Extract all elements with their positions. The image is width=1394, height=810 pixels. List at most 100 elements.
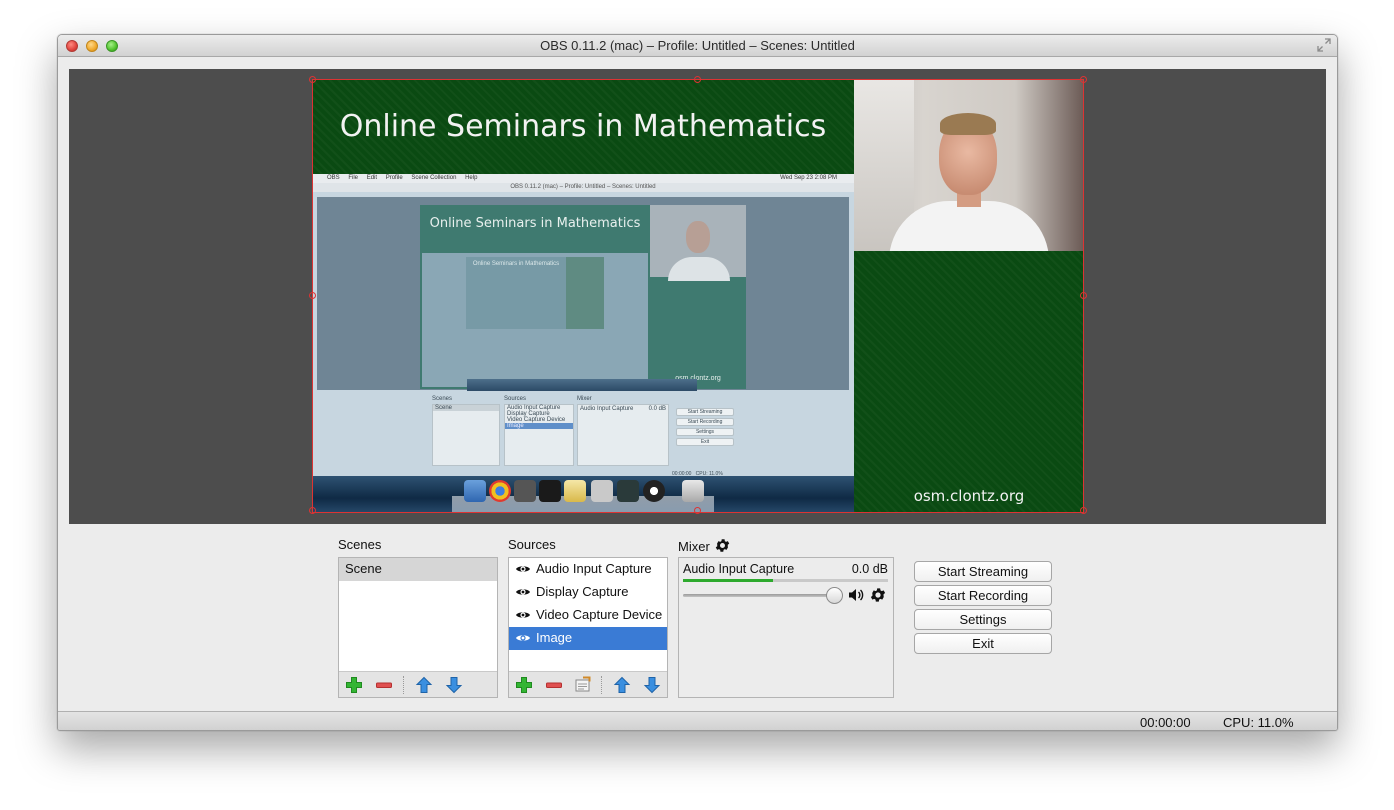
add-source-button[interactable]	[515, 676, 533, 694]
nested-clock: Wed Sep 23 2:08 PM	[780, 175, 837, 181]
notes-icon	[564, 480, 586, 502]
sources-list[interactable]: Audio Input Capture Display Capture Vide…	[508, 557, 668, 698]
nested-button: Start Recording	[676, 418, 734, 426]
display-capture-source[interactable]: OBS File Edit Profile Scene Collection H…	[312, 174, 854, 513]
nested-menu-item: Edit	[366, 175, 378, 181]
trash-icon	[682, 480, 704, 502]
status-cpu: CPU: 11.0%	[1223, 715, 1294, 730]
nested-menu-item: File	[348, 175, 359, 181]
nested-button: Settings	[676, 428, 734, 436]
properties-icon	[575, 676, 591, 692]
source-item-image[interactable]: Image	[509, 627, 667, 650]
nested-scenes-list: Scene	[432, 404, 500, 466]
resize-handle-right[interactable]	[1080, 292, 1087, 299]
resize-handle-bottom[interactable]	[694, 507, 701, 514]
exit-button[interactable]: Exit	[914, 633, 1052, 654]
plus-icon	[346, 677, 362, 693]
nested-canvas: Online Seminars in Mathematics Online Se…	[420, 205, 746, 389]
move-source-up-button[interactable]	[613, 676, 631, 694]
nested-mixer-item: Audio Input Capture	[580, 406, 634, 412]
url-label: osm.clontz.org	[913, 487, 1025, 505]
nested-mixer-db: 0.0 dB	[648, 406, 666, 412]
minus-icon	[546, 682, 562, 688]
arrow-down-icon	[643, 677, 661, 694]
move-scene-down-button[interactable]	[445, 676, 463, 694]
sublime-icon	[514, 480, 536, 502]
eye-icon	[516, 566, 530, 572]
eye-icon	[516, 589, 530, 595]
mute-button[interactable]	[848, 587, 864, 606]
eye-icon	[516, 635, 530, 641]
volume-slider-knob[interactable]	[826, 587, 843, 604]
source-properties-button[interactable]	[574, 676, 592, 694]
mixer-label: Mixer	[678, 539, 710, 554]
scenes-list[interactable]: Scene	[338, 557, 498, 698]
add-scene-button[interactable]	[345, 676, 363, 694]
nested-titlebar: OBS 0.11.2 (mac) – Profile: Untitled – S…	[312, 183, 854, 192]
resize-handle-left[interactable]	[309, 292, 316, 299]
nested-menu-item: Profile	[385, 175, 403, 181]
arrow-up-icon	[415, 676, 433, 693]
nested-menubar: OBS File Edit Profile Scene Collection H…	[312, 174, 854, 183]
volume-meter	[683, 579, 888, 582]
minus-icon	[376, 682, 392, 688]
move-source-down-button[interactable]	[643, 676, 661, 694]
mixer-header: Mixer	[678, 537, 731, 557]
move-scene-up-button[interactable]	[415, 676, 433, 694]
fullscreen-icon[interactable]	[1317, 38, 1331, 52]
arrow-down-icon	[445, 677, 463, 694]
resize-handle-bottom-right[interactable]	[1080, 507, 1087, 514]
mixer-settings-button[interactable]	[714, 537, 731, 557]
obs-icon	[643, 480, 665, 502]
window-title: OBS 0.11.2 (mac) – Profile: Untitled – S…	[540, 38, 855, 53]
arrow-up-icon	[613, 676, 631, 693]
source-item-display-capture[interactable]: Display Capture	[509, 581, 667, 604]
settings-button[interactable]: Settings	[914, 609, 1052, 630]
video-capture-source[interactable]	[854, 79, 1084, 251]
gear-icon	[870, 588, 886, 602]
mixer-channel-name: Audio Input Capture	[683, 562, 795, 576]
nested-menu-item: Help	[465, 175, 478, 181]
nested-sources-label: Sources	[504, 396, 527, 402]
volume-slider-track[interactable]	[683, 594, 838, 597]
scene-item[interactable]: Scene	[339, 558, 497, 581]
toolbar-separator	[403, 676, 404, 694]
preview-canvas[interactable]: Online Seminars in Mathematics OBS File …	[312, 79, 1084, 513]
source-label: Image	[536, 630, 573, 645]
resize-handle-top-right[interactable]	[1080, 76, 1087, 83]
mixer-panel: Audio Input Capture 0.0 dB	[678, 557, 894, 698]
source-item-audio-input[interactable]: Audio Input Capture	[509, 558, 667, 581]
resize-handle-top[interactable]	[694, 76, 701, 83]
status-time: 00:00:00	[1140, 715, 1191, 730]
nested-inner-preview: Online Seminars in Mathematics	[422, 253, 648, 387]
nested-scene-item: Scene	[433, 405, 499, 411]
resize-handle-top-left[interactable]	[309, 76, 316, 83]
nested-source-item: Image	[505, 423, 573, 429]
resize-handle-bottom-left[interactable]	[309, 507, 316, 514]
start-recording-button[interactable]: Start Recording	[914, 585, 1052, 606]
nested-mixer: Audio Input Capture 0.0 dB	[577, 404, 669, 466]
gear-icon	[716, 539, 730, 552]
source-label: Display Capture	[536, 584, 629, 599]
nested-dock	[467, 379, 697, 391]
sources-label: Sources	[508, 537, 556, 552]
plus-icon	[516, 677, 532, 693]
toolbar-separator	[601, 676, 602, 694]
nested-sources-list: Audio Input Capture Display Capture Vide…	[504, 404, 574, 466]
nested-slide-title: Online Seminars in Mathematics	[429, 216, 641, 231]
remove-source-button[interactable]	[545, 676, 563, 694]
scenes-label: Scenes	[338, 537, 382, 552]
slide-title: Online Seminars in Mathematics	[339, 109, 827, 144]
source-item-video-capture[interactable]: Video Capture Device	[509, 604, 667, 627]
activity-monitor-icon	[617, 480, 639, 502]
remove-scene-button[interactable]	[375, 676, 393, 694]
preview-area[interactable]: Online Seminars in Mathematics OBS File …	[69, 69, 1326, 524]
source-label: Audio Input Capture	[536, 561, 652, 576]
terminal-icon	[539, 480, 561, 502]
channel-settings-button[interactable]	[869, 586, 887, 607]
nested-button: Start Streaming	[676, 408, 734, 416]
chrome-icon	[489, 480, 511, 502]
eye-icon	[516, 612, 530, 618]
nested-button: Exit	[676, 438, 734, 446]
start-streaming-button[interactable]: Start Streaming	[914, 561, 1052, 582]
